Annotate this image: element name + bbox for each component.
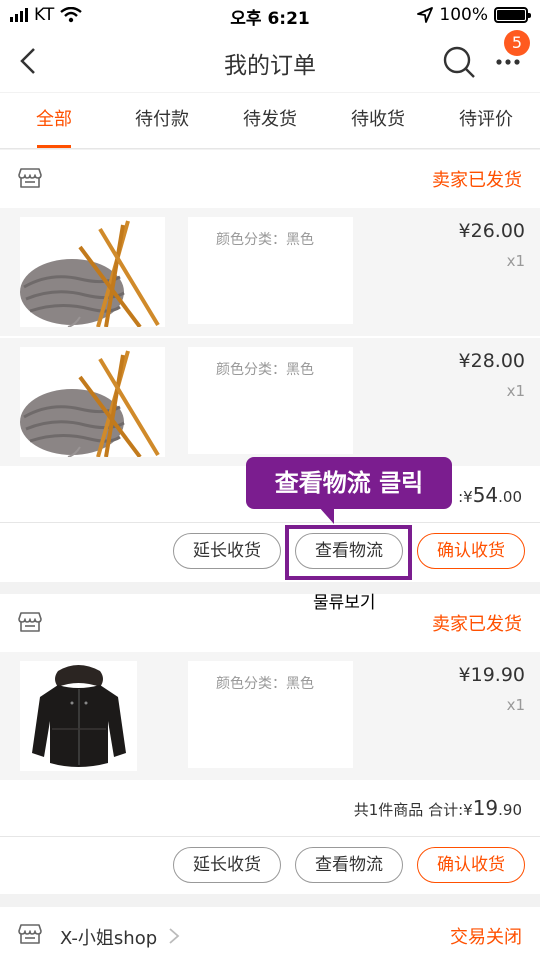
summary-total-integer: 54 <box>472 483 499 507</box>
summary-total-decimal: .90 <box>498 801 522 819</box>
shop-row[interactable]: 卖家已发货 <box>0 594 540 652</box>
item-price: ¥28.00 <box>458 350 525 372</box>
search-icon[interactable] <box>442 45 476 79</box>
confirm-receipt-button[interactable]: 确认收货 <box>417 533 525 569</box>
annotation-caption: 물류보기 <box>313 593 376 613</box>
order-card: 卖家已发货 颜色分类：黑色 ¥19.90 x1 共1件商品 合计:¥19.90 … <box>0 594 540 894</box>
summary-prefix: 共1件商品 合计:¥ <box>353 801 473 819</box>
order-status: 卖家已发货 <box>432 614 522 635</box>
summary-tail: :¥ <box>458 488 473 506</box>
tab-all[interactable]: 全部 <box>0 93 108 148</box>
divider <box>0 522 540 523</box>
location-arrow-icon <box>417 7 434 23</box>
shop-name[interactable]: X-小姐shop <box>60 924 157 950</box>
order-status: 交易关闭 <box>450 927 522 948</box>
jacket-illustration <box>20 661 137 771</box>
tab-pending-shipment[interactable]: 待发货 <box>216 93 324 148</box>
status-bar: KT 오후 6:21 100% <box>0 0 540 30</box>
order-item[interactable]: 颜色分类：黑色 ¥28.00 x1 <box>0 338 540 466</box>
item-spec: 颜色分类：黑色 <box>188 661 353 768</box>
order-card: X-小姐shop 交易关闭 <box>0 907 540 961</box>
notification-badge: 5 <box>504 30 530 56</box>
order-card: 卖家已发货 颜色分类：黑色 ¥26.00 x1 颜色分类：黑色 ¥28.00 x… <box>0 150 540 582</box>
extend-receipt-button[interactable]: 延长收货 <box>173 847 281 883</box>
store-icon <box>18 168 42 188</box>
view-logistics-button[interactable]: 查看物流 <box>295 847 403 883</box>
yarn-needles-illustration <box>20 347 165 457</box>
item-price: ¥26.00 <box>458 220 525 242</box>
yarn-needles-illustration <box>20 217 165 327</box>
shop-row[interactable]: 卖家已发货 <box>0 150 540 208</box>
tab-pending-receipt[interactable]: 待收货 <box>324 93 432 148</box>
annotation-callout-tail <box>318 506 334 524</box>
store-icon <box>18 612 42 632</box>
item-quantity: x1 <box>506 696 525 714</box>
item-quantity: x1 <box>506 252 525 270</box>
item-quantity: x1 <box>506 382 525 400</box>
tab-pending-payment[interactable]: 待付款 <box>108 93 216 148</box>
summary-total-integer: 19 <box>472 796 499 820</box>
order-summary: 共1件商品 合计:¥19.90 <box>354 796 522 820</box>
order-tabs: 全部 待付款 待发货 待收货 待评价 <box>0 93 540 149</box>
divider <box>0 836 540 837</box>
confirm-receipt-button[interactable]: 确认收货 <box>417 847 525 883</box>
order-status: 卖家已发货 <box>432 170 522 191</box>
product-image-jacket[interactable] <box>20 661 137 771</box>
product-image-yarn[interactable] <box>20 217 165 327</box>
annotation-callout: 查看物流 클릭 <box>246 457 452 509</box>
store-icon <box>18 924 42 944</box>
annotation-highlight-box <box>285 525 412 580</box>
order-item[interactable]: 颜色分类：黑色 ¥19.90 x1 <box>0 652 540 780</box>
nav-bar: 我的订单 5 <box>0 30 540 92</box>
item-spec: 颜色分类：黑色 <box>188 347 353 454</box>
extend-receipt-button[interactable]: 延长收货 <box>173 533 281 569</box>
order-summary: :¥54.00 <box>458 483 522 507</box>
battery-percent: 100% <box>439 5 488 25</box>
product-image-yarn[interactable] <box>20 347 165 457</box>
chevron-right-icon <box>169 928 180 944</box>
item-price: ¥19.90 <box>458 664 525 686</box>
summary-total-decimal: .00 <box>498 488 522 506</box>
item-spec: 颜色分类：黑色 <box>188 217 353 324</box>
tab-pending-review[interactable]: 待评价 <box>432 93 540 148</box>
battery-icon <box>494 7 531 23</box>
shop-row[interactable]: X-小姐shop 交易关闭 <box>0 907 540 961</box>
order-item[interactable]: 颜色分类：黑色 ¥26.00 x1 <box>0 208 540 336</box>
